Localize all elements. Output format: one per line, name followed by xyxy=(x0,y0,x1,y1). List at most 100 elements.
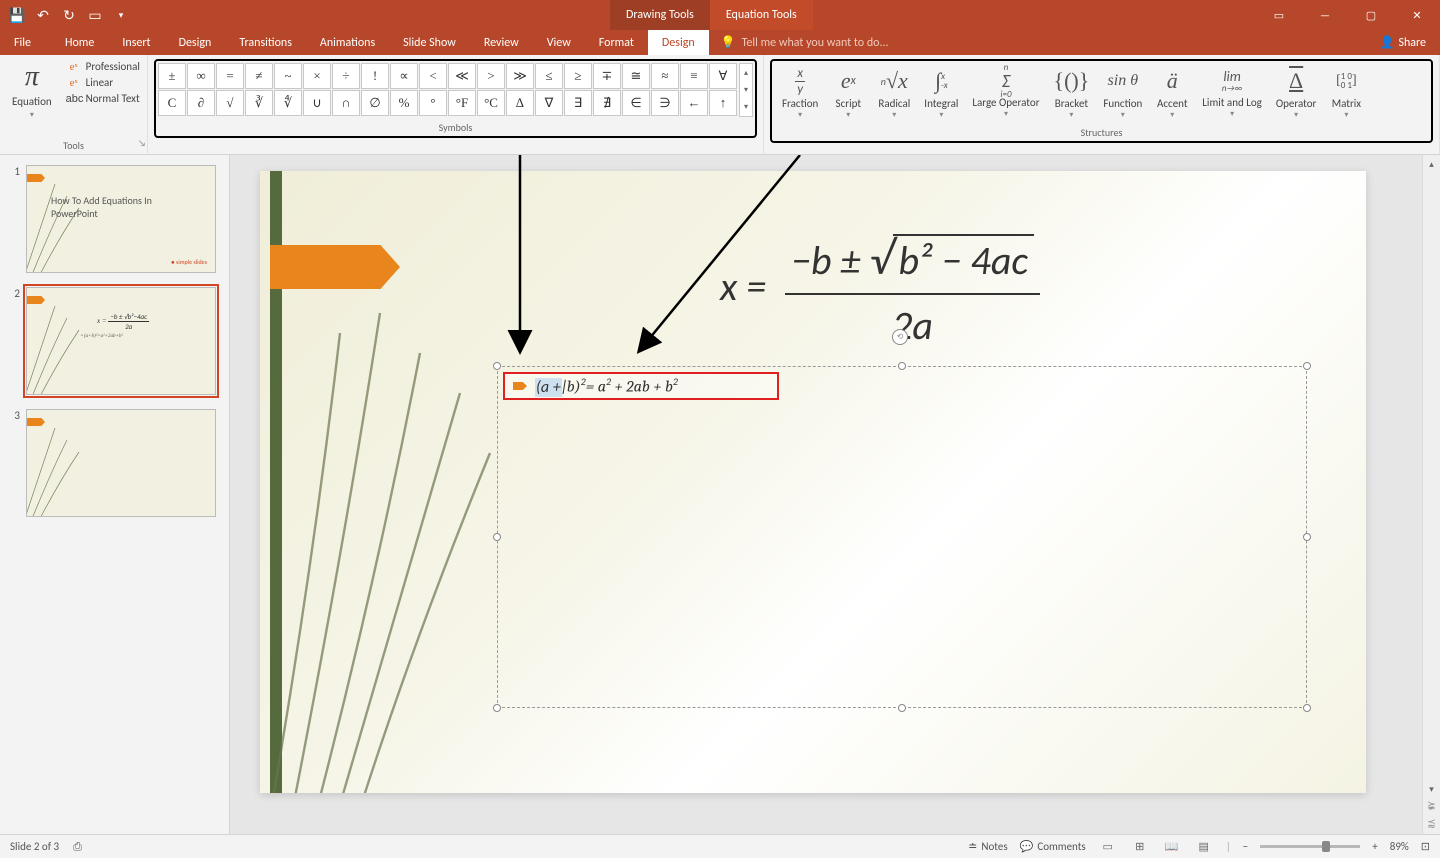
scroll-up-icon[interactable]: ▴ xyxy=(1423,155,1440,173)
symbol-button[interactable]: % xyxy=(390,90,418,116)
slide-editor[interactable]: x = −b ± √b² − 4ac 2a ⟲ xyxy=(230,155,1440,834)
tab-view[interactable]: View xyxy=(533,30,585,55)
tab-slideshow[interactable]: Slide Show xyxy=(389,30,470,55)
symbol-button[interactable]: ± xyxy=(158,63,186,89)
script-button[interactable]: ex Script ▾ xyxy=(826,63,870,122)
resize-handle[interactable] xyxy=(1303,533,1311,541)
tab-review[interactable]: Review xyxy=(470,30,533,55)
symbol-button[interactable]: ∅ xyxy=(361,90,389,116)
save-icon[interactable]: 💾 xyxy=(8,6,26,24)
symbol-button[interactable]: ∜ xyxy=(274,90,302,116)
slideshow-view-icon[interactable]: ▤ xyxy=(1194,839,1214,855)
notes-button[interactable]: ≐Notes xyxy=(968,840,1007,853)
symbol-button[interactable]: ≅ xyxy=(622,63,650,89)
tab-equation-design[interactable]: Design xyxy=(648,30,709,55)
operator-button[interactable]: Δ Operator ▾ xyxy=(1270,63,1323,122)
comments-button[interactable]: 💬Comments xyxy=(1020,840,1086,853)
tab-design[interactable]: Design xyxy=(165,30,226,55)
symbol-button[interactable]: ∂ xyxy=(187,90,215,116)
tell-me-search[interactable]: 💡 Tell me what you want to do... xyxy=(721,30,889,55)
symbol-button[interactable]: ∓ xyxy=(593,63,621,89)
start-slideshow-icon[interactable]: ▭ xyxy=(86,6,104,24)
editor-scrollbar[interactable]: ▴ ▾ ⪶ ⪷ xyxy=(1422,155,1440,834)
slide-canvas[interactable]: x = −b ± √b² − 4ac 2a ⟲ xyxy=(260,171,1366,793)
resize-handle[interactable] xyxy=(1303,362,1311,370)
symbol-button[interactable]: ∝ xyxy=(390,63,418,89)
zoom-percent[interactable]: 89% xyxy=(1390,840,1409,853)
slide-sorter-icon[interactable]: ⊞ xyxy=(1130,839,1150,855)
symbol-button[interactable]: °C xyxy=(477,90,505,116)
zoom-slider[interactable] xyxy=(1260,845,1360,848)
symbol-button[interactable]: ∛ xyxy=(245,90,273,116)
normal-text-button[interactable]: abc Normal Text xyxy=(64,91,142,106)
binomial-equation-text[interactable]: (a +|b)2= a2 + 2ab + b2 xyxy=(535,375,678,396)
resize-handle[interactable] xyxy=(493,533,501,541)
symbol-button[interactable]: C xyxy=(158,90,186,116)
symbol-button[interactable]: ≠ xyxy=(245,63,273,89)
symbol-button[interactable]: ∄ xyxy=(593,90,621,116)
maximize-button[interactable]: ▢ xyxy=(1348,0,1394,30)
symbol-button[interactable]: ≈ xyxy=(651,63,679,89)
symbols-gallery-more[interactable]: ▴▾▾ xyxy=(739,63,753,117)
slide-thumbnail-2[interactable]: x = −b ± √b²−4ac2a • (a+b)²=a²+2ab+b² xyxy=(26,287,216,395)
symbol-button[interactable]: ≫ xyxy=(506,63,534,89)
spellcheck-icon[interactable]: ⎙ xyxy=(73,840,82,854)
resize-handle[interactable] xyxy=(1303,704,1311,712)
normal-view-icon[interactable]: ▭ xyxy=(1098,839,1118,855)
ribbon-options-icon[interactable]: ▭ xyxy=(1256,0,1302,30)
integral-button[interactable]: ∫x-x Integral ▾ xyxy=(918,63,964,122)
fit-to-window-icon[interactable]: ⊡ xyxy=(1421,840,1430,853)
symbol-button[interactable]: = xyxy=(216,63,244,89)
professional-button[interactable]: eˣ Professional xyxy=(64,59,142,74)
symbol-button[interactable]: °F xyxy=(448,90,476,116)
dialog-launcher-icon[interactable]: ↘ xyxy=(138,138,146,149)
resize-handle[interactable] xyxy=(898,362,906,370)
resize-handle[interactable] xyxy=(493,362,501,370)
linear-button[interactable]: eˣ Linear xyxy=(64,75,142,90)
symbol-button[interactable]: ≥ xyxy=(564,63,592,89)
symbol-button[interactable]: ∩ xyxy=(332,90,360,116)
symbol-button[interactable]: ≪ xyxy=(448,63,476,89)
symbol-button[interactable]: × xyxy=(303,63,331,89)
zoom-out-button[interactable]: − xyxy=(1243,840,1248,853)
slide-thumbnail-1[interactable]: How To Add Equations In PowerPoint ● sim… xyxy=(26,165,216,273)
symbol-button[interactable]: ∃ xyxy=(564,90,592,116)
tab-format[interactable]: Format xyxy=(585,30,648,55)
symbol-button[interactable]: ∪ xyxy=(303,90,331,116)
equation-textbox[interactable] xyxy=(497,366,1307,708)
symbol-button[interactable]: ~ xyxy=(274,63,302,89)
equation-button[interactable]: π Equation ▾ xyxy=(6,59,58,122)
rotation-handle[interactable]: ⟲ xyxy=(892,329,908,345)
resize-handle[interactable] xyxy=(493,704,501,712)
tab-file[interactable]: File xyxy=(0,30,45,55)
drawing-tools-tab[interactable]: Drawing Tools xyxy=(610,0,710,30)
symbol-button[interactable]: √ xyxy=(216,90,244,116)
symbol-button[interactable]: ↑ xyxy=(709,90,737,116)
share-button[interactable]: 👤 Share xyxy=(1365,30,1440,55)
large-operator-button[interactable]: nΣi=0 Large Operator ▾ xyxy=(966,63,1045,122)
function-button[interactable]: sin θ Function ▾ xyxy=(1097,63,1148,122)
undo-icon[interactable]: ↶ xyxy=(34,6,52,24)
qat-more-icon[interactable]: ▾ xyxy=(112,6,130,24)
prev-slide-icon[interactable]: ⪶ xyxy=(1427,798,1435,816)
symbol-button[interactable]: ∆ xyxy=(506,90,534,116)
reading-view-icon[interactable]: 📖 xyxy=(1162,839,1182,855)
symbol-button[interactable]: ≡ xyxy=(680,63,708,89)
symbol-button[interactable]: ≤ xyxy=(535,63,563,89)
symbol-button[interactable]: ∞ xyxy=(187,63,215,89)
matrix-button[interactable]: [1 00 1] Matrix ▾ xyxy=(1324,63,1368,122)
close-button[interactable]: ✕ xyxy=(1394,0,1440,30)
redo-icon[interactable]: ↻ xyxy=(60,6,78,24)
tab-insert[interactable]: Insert xyxy=(108,30,164,55)
symbol-button[interactable]: ∇ xyxy=(535,90,563,116)
zoom-in-button[interactable]: + xyxy=(1372,840,1377,853)
tab-home[interactable]: Home xyxy=(51,30,108,55)
equation-tools-tab[interactable]: Equation Tools xyxy=(710,0,813,30)
slide-thumbnail-3[interactable] xyxy=(26,409,216,517)
slide-thumbnail-panel[interactable]: 1 How To Add Equations In PowerPoint ● s… xyxy=(0,155,230,834)
limit-log-button[interactable]: limn→∞ Limit and Log ▾ xyxy=(1196,63,1268,122)
next-slide-icon[interactable]: ⪷ xyxy=(1427,816,1435,834)
fraction-button[interactable]: xy Fraction ▾ xyxy=(776,63,824,122)
symbol-button[interactable]: < xyxy=(419,63,447,89)
tab-transitions[interactable]: Transitions xyxy=(225,30,306,55)
